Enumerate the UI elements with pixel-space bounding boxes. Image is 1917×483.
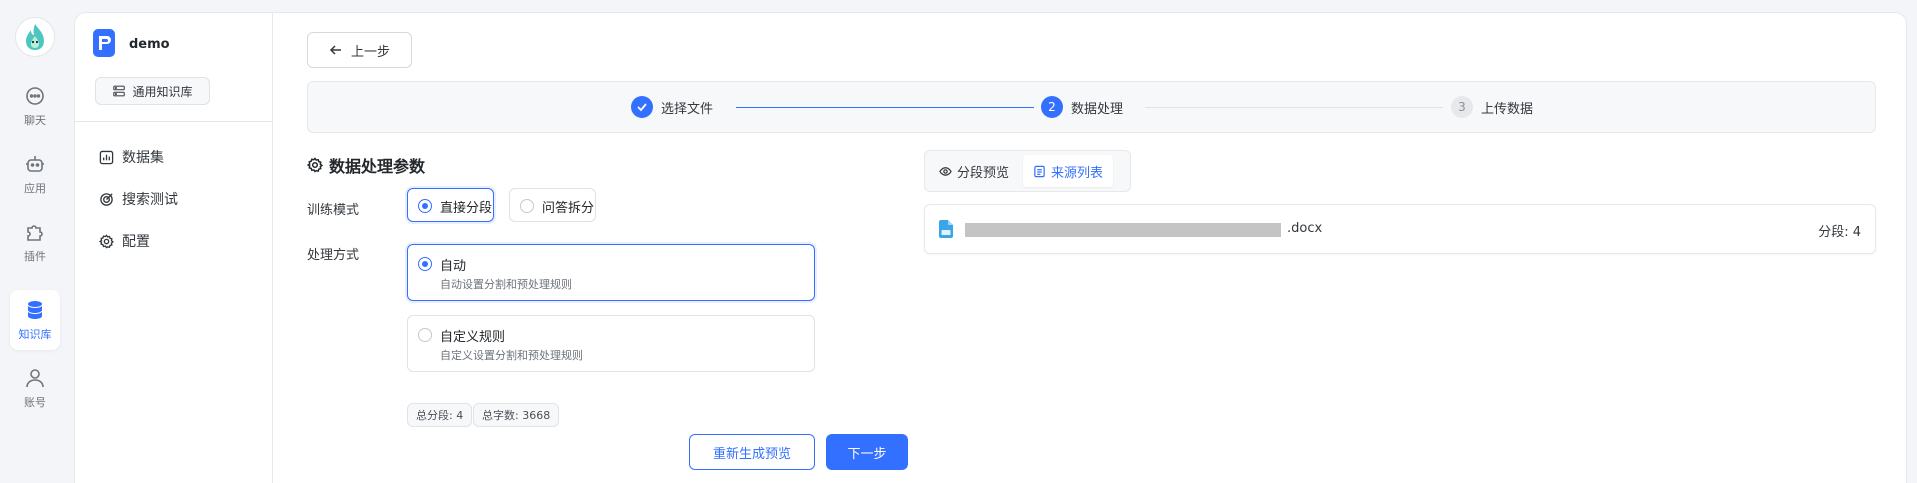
target-icon xyxy=(100,192,113,206)
radio-label: 直接分段 xyxy=(440,201,493,216)
divider xyxy=(75,121,273,122)
sidebar-item-label: 数据集 xyxy=(122,150,164,166)
kb-sidebar: demo 通用知识库 数据集 搜索测试 配置 xyxy=(75,13,273,483)
radio-label: 自定义规则 xyxy=(440,330,506,345)
kb-type-tag: 通用知识库 xyxy=(95,77,210,105)
rail-label: 账号 xyxy=(24,396,46,409)
file-extension: .docx xyxy=(1287,221,1323,236)
app-avatar[interactable] xyxy=(15,17,55,57)
rail-item-knowledge[interactable]: 知识库 xyxy=(10,290,60,350)
step-number: 3 xyxy=(1451,96,1473,118)
tab-label: 分段预览 xyxy=(957,165,1010,181)
radio-dot xyxy=(418,257,432,271)
source-file-row[interactable]: .docx 分段: 4 xyxy=(924,204,1876,254)
step-label: 数据处理 xyxy=(1071,101,1124,117)
back-button[interactable]: 上一步 xyxy=(307,32,412,68)
rail-item-plugins[interactable]: 插件 xyxy=(10,212,60,272)
tab-source-list[interactable]: 来源列表 xyxy=(1023,155,1114,187)
list-icon xyxy=(1034,165,1045,177)
user-icon xyxy=(26,369,44,388)
preview-tabs: 分段预览 来源列表 xyxy=(924,150,1131,192)
rail-label: 知识库 xyxy=(18,328,52,341)
chat-icon xyxy=(26,87,44,105)
sidebar-item-config[interactable]: 配置 xyxy=(99,231,150,251)
sidebar-item-search-test[interactable]: 搜索测试 xyxy=(99,189,178,209)
radio-label: 自动 xyxy=(440,259,467,274)
step-connector-done xyxy=(736,107,1034,108)
app-logo-icon xyxy=(93,29,115,57)
next-step-button[interactable]: 下一步 xyxy=(826,434,908,470)
back-label: 上一步 xyxy=(350,44,390,60)
sidebar-item-label: 搜索测试 xyxy=(122,192,178,208)
rail-label: 聊天 xyxy=(24,114,46,127)
tab-label: 来源列表 xyxy=(1051,165,1104,181)
step-label: 上传数据 xyxy=(1481,101,1534,117)
nav-rail: 聊天 应用 插件 知识库 账号 xyxy=(0,0,72,483)
radio-desc: 自动设置分割和预处理规则 xyxy=(440,278,572,291)
radio-auto[interactable]: 自动 自动设置分割和预处理规则 xyxy=(407,244,815,301)
arrow-left-icon xyxy=(329,45,341,55)
tab-segment-preview[interactable]: 分段预览 xyxy=(929,155,1019,187)
server-icon xyxy=(113,85,126,97)
radio-dot xyxy=(418,199,432,213)
app-name: demo xyxy=(129,37,170,52)
chart-icon xyxy=(99,150,114,164)
check-icon xyxy=(631,96,653,118)
eye-icon xyxy=(939,166,952,176)
docx-file-icon xyxy=(939,220,953,238)
section-title: 数据处理参数 xyxy=(307,153,425,177)
regenerate-preview-button[interactable]: 重新生成预览 xyxy=(689,434,815,470)
rail-label: 应用 xyxy=(24,182,46,195)
rail-item-chat[interactable]: 聊天 xyxy=(10,76,60,136)
processing-label: 处理方式 xyxy=(307,248,360,263)
step-select-file: 选择文件 xyxy=(631,96,713,118)
sidebar-item-label: 配置 xyxy=(122,234,150,250)
gear-icon xyxy=(307,157,323,173)
step-number: 2 xyxy=(1041,96,1063,118)
radio-desc: 自定义设置分割和预处理规则 xyxy=(440,349,583,362)
sidebar-item-dataset[interactable]: 数据集 xyxy=(99,147,164,167)
total-segments-badge: 总分段: 4 xyxy=(407,403,473,427)
rail-item-apps[interactable]: 应用 xyxy=(10,144,60,204)
training-mode-label: 训练模式 xyxy=(307,203,360,218)
rail-label: 插件 xyxy=(24,250,46,263)
section-title-text: 数据处理参数 xyxy=(329,157,426,176)
radio-label: 问答拆分 xyxy=(542,201,595,216)
rail-item-account[interactable]: 账号 xyxy=(10,358,60,418)
radio-direct-segment[interactable]: 直接分段 xyxy=(407,188,494,222)
puzzle-icon xyxy=(27,225,43,241)
radio-qa-split[interactable]: 问答拆分 xyxy=(509,188,596,222)
database-icon xyxy=(28,301,42,319)
redacted-file-name xyxy=(965,223,1281,237)
robot-icon xyxy=(26,156,44,172)
radio-custom-rules[interactable]: 自定义规则 自定义设置分割和预处理规则 xyxy=(407,315,815,372)
step-label: 选择文件 xyxy=(661,101,714,117)
gear-icon xyxy=(99,233,114,248)
step-upload: 3 上传数据 xyxy=(1451,96,1533,118)
flame-logo-icon xyxy=(26,24,44,50)
total-chars-badge: 总字数: 3668 xyxy=(473,403,560,427)
step-progress: 选择文件 2 数据处理 3 上传数据 xyxy=(307,81,1876,133)
radio-dot xyxy=(520,199,534,213)
step-data-process: 2 数据处理 xyxy=(1041,96,1123,118)
radio-dot xyxy=(418,328,432,342)
file-segment-count: 分段: 4 xyxy=(1818,225,1861,240)
step-connector-todo xyxy=(1145,107,1443,108)
main-panel: demo 通用知识库 数据集 搜索测试 配置 上一步 选择文件 2 数据处理 3… xyxy=(74,12,1907,483)
kb-type-label: 通用知识库 xyxy=(132,84,193,99)
